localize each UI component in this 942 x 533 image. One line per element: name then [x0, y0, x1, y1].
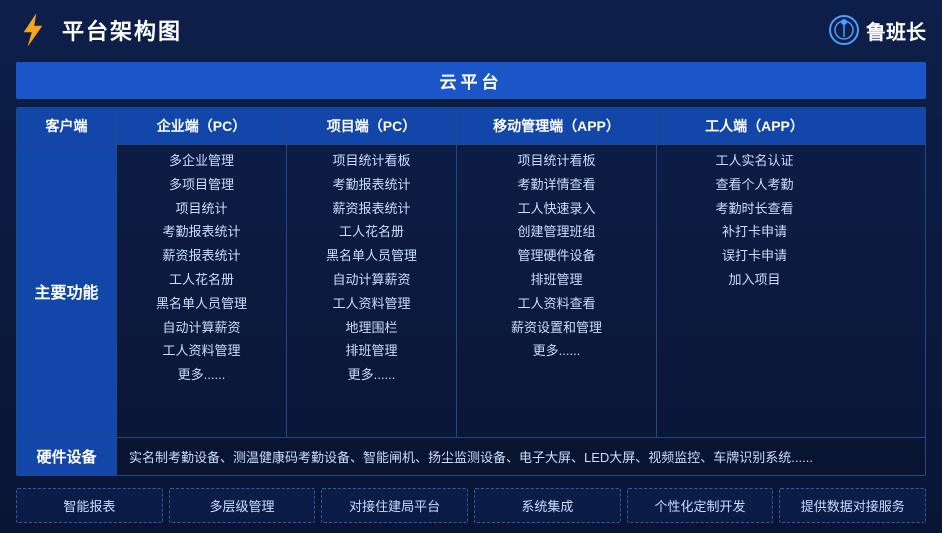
list-item: 考勤报表统计 [162, 222, 240, 243]
list-item: 创建管理班组 [517, 222, 595, 243]
list-item: 加入项目 [728, 270, 780, 291]
list-item: 查看个人考勤 [715, 175, 793, 196]
list-item: 工人花名册 [339, 222, 404, 243]
list-item: 排班管理 [345, 341, 397, 362]
feature-item-4: 个性化定制开发 [627, 488, 774, 523]
list-item: 更多...... [178, 365, 226, 386]
main-function-label: 主要功能 [17, 145, 117, 437]
feature-item-3: 系统集成 [474, 488, 621, 523]
brand-name: 鲁班长 [866, 16, 926, 45]
table-header-row: 客户端 企业端（PC） 项目端（PC） 移动管理端（APP） 工人端（APP） [17, 108, 925, 145]
list-item: 黑名单人员管理 [326, 246, 417, 267]
list-item: 薪资报表统计 [332, 199, 410, 220]
list-item: 薪资设置和管理 [511, 318, 602, 339]
list-item: 工人快速录入 [517, 199, 595, 220]
page-container: 平台架构图 鲁班长 云平台 客户端 企业端（PC） 项目端（PC） 移动管理端（… [0, 0, 942, 533]
list-item: 黑名单人员管理 [156, 294, 247, 315]
cloud-platform-bar: 云平台 [16, 62, 926, 99]
list-item: 自动计算薪资 [332, 270, 410, 291]
list-item: 项目统计看板 [332, 151, 410, 172]
hardware-content: 实名制考勤设备、测温健康码考勤设备、智能闸机、扬尘监测设备、电子大屏、LED大屏… [117, 438, 925, 475]
page-title: 平台架构图 [62, 14, 182, 46]
mobile-features-cell: 项目统计看板 考勤详情查看 工人快速录入 创建管理班组 管理硬件设备 排班管理 … [457, 145, 657, 437]
list-item: 工人花名册 [169, 270, 234, 291]
header: 平台架构图 鲁班长 [16, 10, 926, 54]
list-item: 工人资料管理 [332, 294, 410, 315]
list-item: 薪资报表统计 [162, 246, 240, 267]
table-body-row: 主要功能 多企业管理 多项目管理 项目统计 考勤报表统计 薪资报表统计 工人花名… [17, 145, 925, 437]
list-item: 考勤详情查看 [517, 175, 595, 196]
list-item: 更多...... [348, 365, 396, 386]
list-item: 补打卡申请 [722, 222, 787, 243]
list-item: 多企业管理 [169, 151, 234, 172]
worker-features-cell: 工人实名认证 查看个人考勤 考勤时长查看 补打卡申请 误打卡申请 加入项目 [657, 145, 852, 437]
col-header-worker: 工人端（APP） [657, 108, 852, 144]
worker-features-list: 工人实名认证 查看个人考勤 考勤时长查看 补打卡申请 误打卡申请 加入项目 [665, 151, 844, 291]
feature-row: 智能报表 多层级管理 对接住建局平台 系统集成 个性化定制开发 提供数据对接服务 [16, 488, 926, 523]
hardware-row: 硬件设备 实名制考勤设备、测温健康码考勤设备、智能闸机、扬尘监测设备、电子大屏、… [17, 437, 925, 475]
list-item: 管理硬件设备 [517, 246, 595, 267]
list-item: 多项目管理 [169, 175, 234, 196]
logo-icon [16, 12, 52, 48]
col-header-enterprise: 企业端（PC） [117, 108, 287, 144]
list-item: 项目统计看板 [517, 151, 595, 172]
feature-item-2: 对接住建局平台 [321, 488, 468, 523]
hardware-label: 硬件设备 [17, 438, 117, 475]
feature-item-5: 提供数据对接服务 [779, 488, 926, 523]
enterprise-features-list: 多企业管理 多项目管理 项目统计 考勤报表统计 薪资报表统计 工人花名册 黑名单… [125, 151, 278, 386]
list-item: 误打卡申请 [722, 246, 787, 267]
enterprise-features-cell: 多企业管理 多项目管理 项目统计 考勤报表统计 薪资报表统计 工人花名册 黑名单… [117, 145, 287, 437]
brand-icon [828, 14, 860, 46]
list-item: 工人资料查看 [517, 294, 595, 315]
brand-logo: 鲁班长 [828, 14, 926, 46]
main-table: 客户端 企业端（PC） 项目端（PC） 移动管理端（APP） 工人端（APP） … [16, 107, 926, 476]
feature-item-0: 智能报表 [16, 488, 163, 523]
list-item: 工人实名认证 [715, 151, 793, 172]
list-item: 自动计算薪资 [162, 318, 240, 339]
mobile-features-list: 项目统计看板 考勤详情查看 工人快速录入 创建管理班组 管理硬件设备 排班管理 … [465, 151, 648, 362]
list-item: 工人资料管理 [162, 341, 240, 362]
list-item: 考勤时长查看 [715, 199, 793, 220]
list-item: 项目统计 [175, 199, 227, 220]
project-features-list: 项目统计看板 考勤报表统计 薪资报表统计 工人花名册 黑名单人员管理 自动计算薪… [295, 151, 448, 386]
col-header-mobile: 移动管理端（APP） [457, 108, 657, 144]
header-left: 平台架构图 [16, 12, 182, 48]
list-item: 地理围栏 [345, 318, 397, 339]
project-features-cell: 项目统计看板 考勤报表统计 薪资报表统计 工人花名册 黑名单人员管理 自动计算薪… [287, 145, 457, 437]
col-header-client: 客户端 [17, 108, 117, 144]
col-header-project: 项目端（PC） [287, 108, 457, 144]
list-item: 考勤报表统计 [332, 175, 410, 196]
feature-item-1: 多层级管理 [169, 488, 316, 523]
list-item: 排班管理 [530, 270, 582, 291]
list-item: 更多...... [533, 341, 581, 362]
